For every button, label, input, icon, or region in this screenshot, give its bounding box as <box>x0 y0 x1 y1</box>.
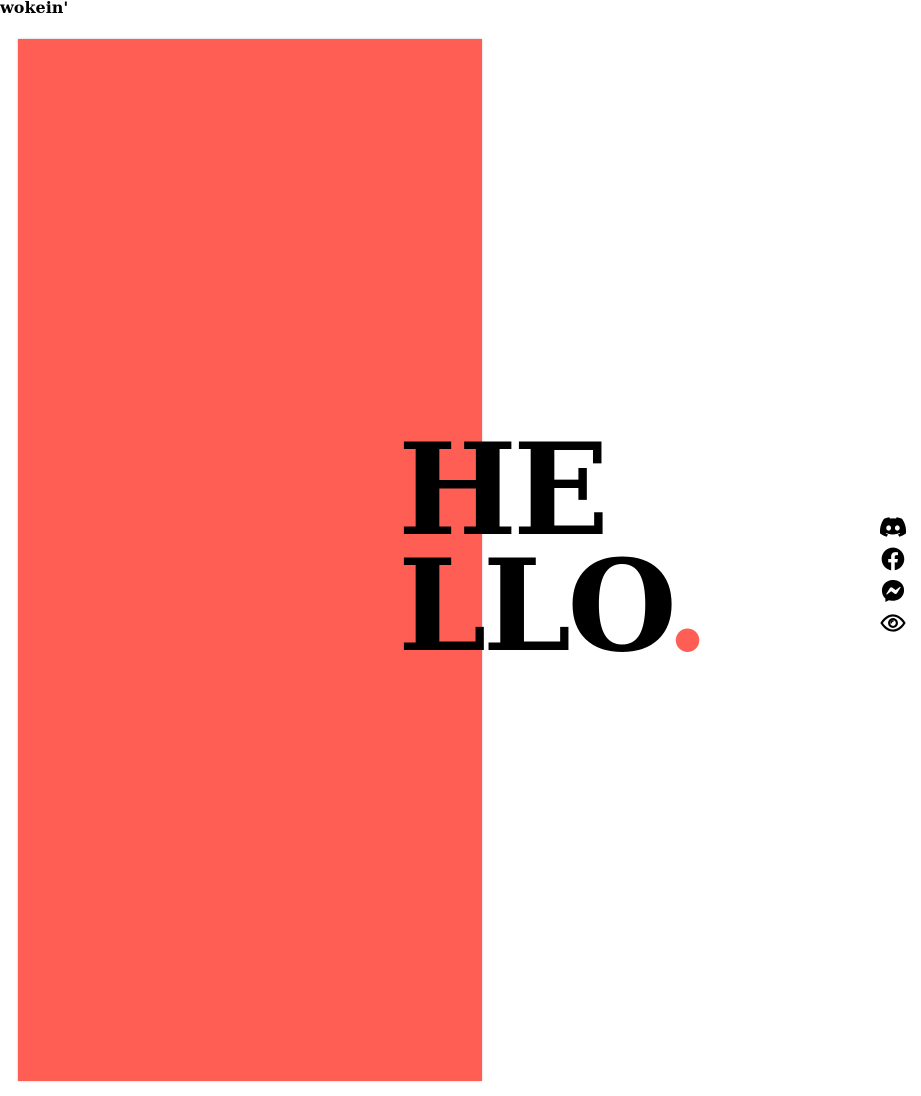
hero-heading-line-2-text: LLO <box>398 532 670 680</box>
site-logo-text[interactable]: wokein' <box>0 0 68 18</box>
eye-icon-graphic <box>880 614 906 632</box>
discord-icon-graphic <box>880 517 906 537</box>
hero-heading-line-1: HE <box>398 416 609 564</box>
messenger-icon-graphic <box>881 579 905 603</box>
discord-icon[interactable] <box>880 514 906 540</box>
social-links <box>879 514 907 642</box>
eye-icon[interactable] <box>880 610 906 636</box>
messenger-icon[interactable] <box>880 578 906 604</box>
hero-heading-line-2: LLO. <box>398 543 709 669</box>
facebook-icon-graphic <box>881 547 905 571</box>
hero-accent-dot: . <box>665 532 710 680</box>
hero-heading: HE LLO. <box>398 416 709 669</box>
facebook-icon[interactable] <box>880 546 906 572</box>
